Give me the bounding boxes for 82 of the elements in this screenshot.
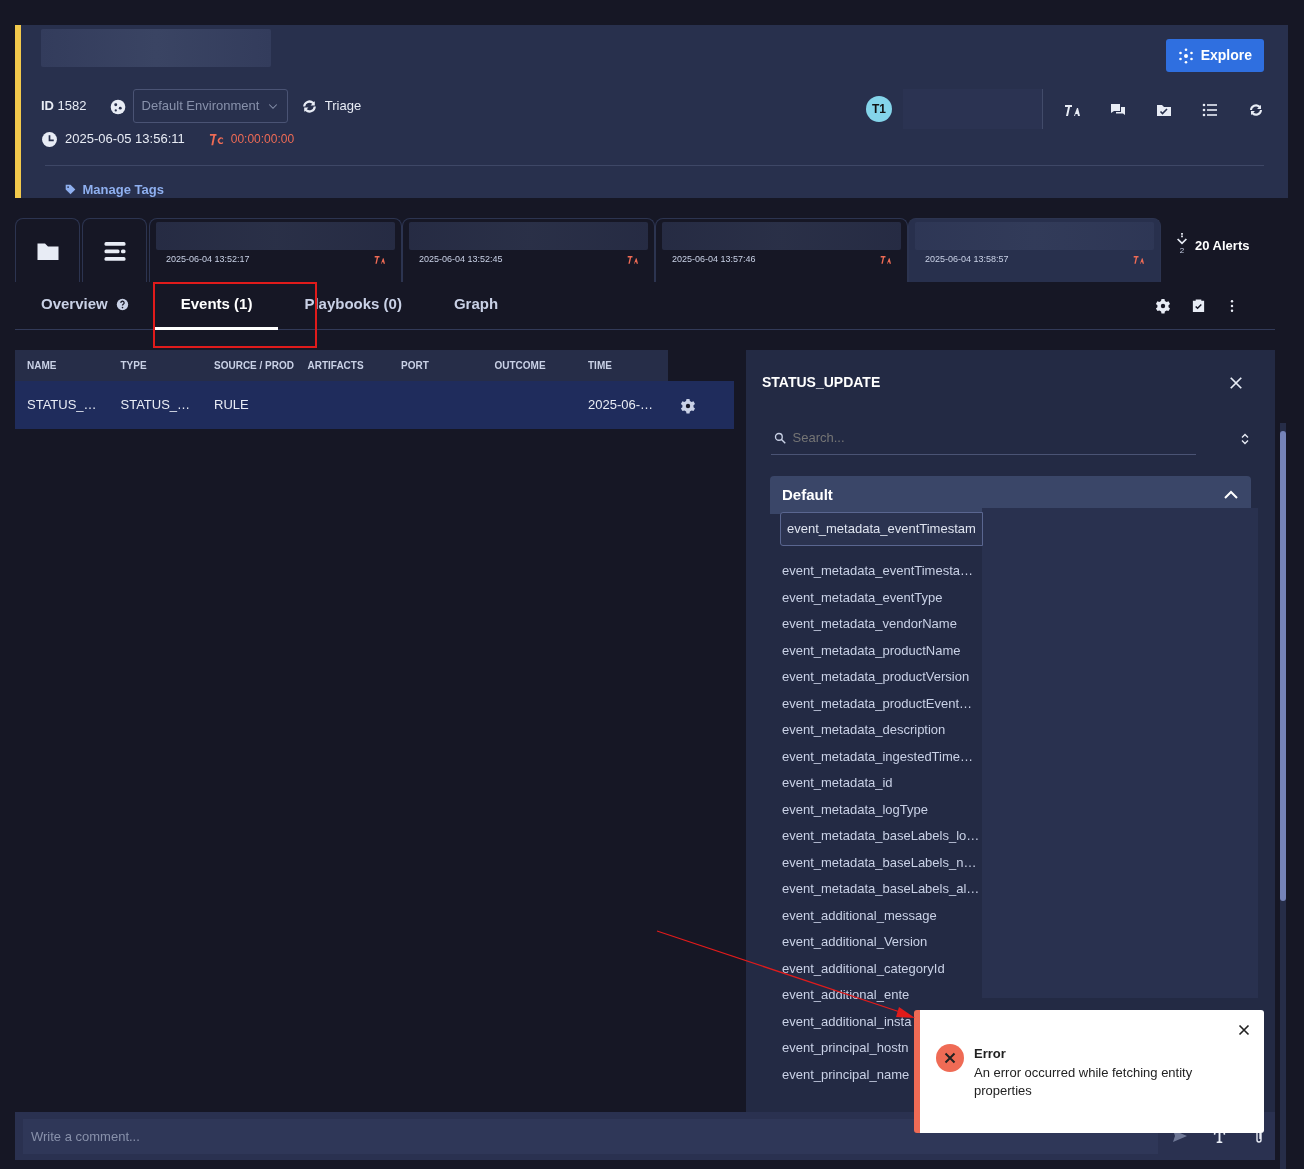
search-icon — [774, 432, 786, 444]
alert-time: 2025-06-04 13:52:45 — [419, 253, 503, 266]
sync-icon — [301, 97, 319, 115]
column-header[interactable]: TYPE — [108, 358, 202, 373]
tooltip: event_metadata_eventTimestam — [780, 512, 983, 546]
list-icon[interactable] — [1202, 101, 1218, 118]
list-tab[interactable] — [82, 218, 147, 282]
avatar[interactable]: T1 — [866, 96, 892, 122]
arrow-down-icon[interactable] — [1175, 232, 1189, 246]
field-name[interactable]: event_metadata_productVersion — [782, 669, 970, 684]
alert-card[interactable]: 2025-06-04 13:57:46 — [655, 218, 908, 282]
toast-title: Error — [974, 1045, 1007, 1063]
network-icon — [1177, 47, 1194, 64]
column-header[interactable]: TIME — [576, 358, 670, 373]
field-name[interactable]: event_additional_message — [782, 907, 937, 923]
toast-message: An error occurred while fetching entity properties — [974, 1063, 1194, 1100]
settings-icon[interactable] — [1155, 297, 1171, 314]
table-cell: RULE — [214, 397, 249, 413]
tab[interactable]: Graph — [427, 282, 525, 330]
scrollbar[interactable] — [1280, 423, 1286, 1169]
field-name[interactable]: event_metadata_description — [782, 722, 946, 737]
table-cell: STATUS_… — [27, 397, 97, 413]
field-name[interactable]: event_additional_insta — [782, 1013, 912, 1029]
translate-icon — [1133, 254, 1144, 266]
error-icon — [936, 1044, 964, 1072]
triage-button[interactable]: Triage — [300, 95, 363, 117]
settings-icon[interactable] — [679, 397, 696, 414]
alert-card[interactable]: 2025-06-04 13:52:45 — [402, 218, 655, 282]
close-icon[interactable] — [1238, 1024, 1250, 1036]
created-time: 2025-06-05 13:56:11 — [65, 130, 185, 149]
manage-tags-link[interactable]: Manage Tags — [65, 180, 164, 200]
explore-button[interactable]: Explore — [1165, 39, 1264, 72]
column-header[interactable]: OUTCOME — [482, 358, 576, 373]
alert-card[interactable]: 2025-06-04 13:58:57 — [908, 218, 1161, 282]
comments-icon[interactable] — [1110, 101, 1126, 118]
alert-count[interactable]: 20 Alerts — [1195, 236, 1250, 282]
column-header[interactable]: NAME — [15, 358, 109, 373]
clock-icon — [41, 131, 58, 149]
field-name[interactable]: event_metadata_baseLabels_n… — [782, 854, 977, 870]
timer: 00:00:00:00 — [230, 131, 295, 148]
panel-title: STATUS_UPDATE — [762, 372, 881, 392]
case-id: ID 1582 — [41, 97, 87, 116]
field-name[interactable]: event_metadata_logType — [782, 801, 928, 817]
alert-count-sub: 2 — [1179, 246, 1185, 256]
comment-field[interactable]: Write a comment... — [23, 1118, 1158, 1154]
tab[interactable]: Events (1) — [154, 282, 279, 330]
environment-select[interactable]: Default Environment — [132, 89, 289, 123]
field-name[interactable]: event_principal_hostn — [782, 1040, 909, 1055]
field-name[interactable]: event_metadata_id — [782, 775, 893, 790]
column-header[interactable]: ARTIFACTS — [295, 358, 389, 373]
column-header[interactable]: PORT — [389, 358, 483, 373]
field-name[interactable]: event_metadata_ingestedTime… — [782, 748, 974, 764]
translate-icon — [374, 254, 385, 266]
timer-icon — [208, 132, 224, 148]
alert-time: 2025-06-04 13:57:46 — [672, 253, 756, 266]
translate-icon — [627, 254, 638, 266]
sort-icon[interactable] — [1239, 432, 1251, 445]
table-cell: 2025-06-… — [588, 397, 654, 413]
field-name[interactable]: event_additional_categoryId — [782, 960, 945, 976]
tab[interactable]: Overview — [15, 282, 155, 330]
field-name[interactable]: event_metadata_eventType — [782, 589, 943, 605]
field-name[interactable]: event_metadata_eventTimesta… — [782, 563, 973, 578]
clipboard-check-icon[interactable] — [1190, 298, 1206, 313]
refresh-icon[interactable] — [1248, 101, 1264, 118]
field-name[interactable]: event_metadata_productName — [782, 642, 961, 658]
field-name[interactable]: event_metadata_baseLabels_al… — [782, 881, 980, 896]
field-name[interactable]: event_metadata_productEvent… — [782, 695, 973, 711]
alert-time: 2025-06-04 13:52:17 — [166, 253, 250, 266]
alert-time: 2025-06-04 13:58:57 — [925, 253, 1009, 266]
search-field[interactable]: Search... — [770, 421, 1196, 455]
event-row[interactable]: STATUS_… STATUS_… RULE 2025-06-… — [15, 381, 734, 429]
field-name[interactable]: event_additional_Version — [782, 934, 928, 949]
field-name[interactable]: event_metadata_baseLabels_lo… — [782, 828, 980, 843]
field-name[interactable]: event_principal_name — [782, 1066, 910, 1082]
alert-card[interactable]: 2025-06-04 13:52:17 — [149, 218, 402, 282]
section-title: Default — [782, 484, 833, 505]
table-cell: STATUS_… — [120, 397, 191, 413]
globe-icon — [108, 97, 127, 116]
translate-icon — [880, 254, 891, 266]
column-header[interactable]: SOURCE / PROD — [202, 358, 296, 373]
folder-tab[interactable] — [15, 218, 80, 282]
field-name[interactable]: event_metadata_vendorName — [782, 616, 957, 631]
